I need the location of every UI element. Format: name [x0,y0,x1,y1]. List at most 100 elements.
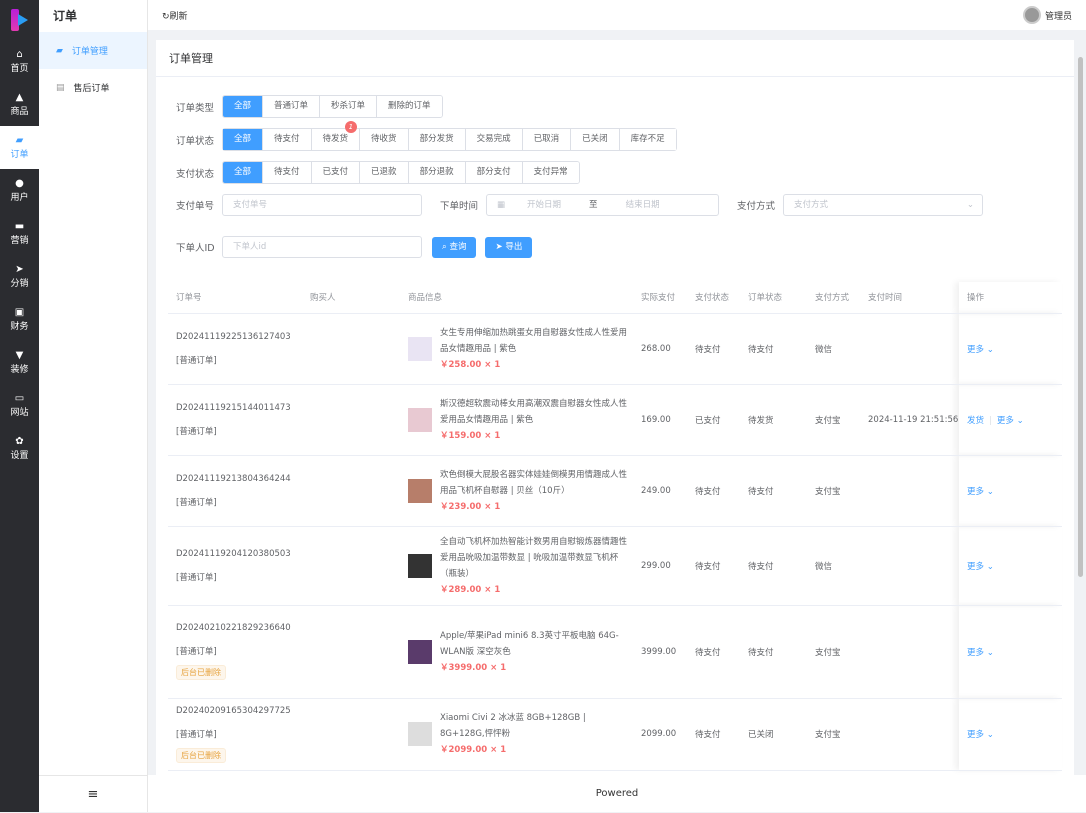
rail-item-8[interactable]: ▭ 网站 [0,384,39,427]
order-number[interactable]: D20241119215144011473 [176,403,302,413]
order-type: [普通订单] [176,647,217,657]
product-info: 女生专用伸缩加热跳蛋女用自慰器女性成人性爱用品女情趣用品 | 紫色 ￥258.00… [408,325,633,373]
submenu-item-aftersale[interactable]: ▤ 售后订单 [39,69,147,106]
export-button[interactable]: ➤ 导出 [485,236,533,258]
rail-item-7[interactable]: ▼ 装修 [0,341,39,384]
product-name: 斯汉德超软震动棒女用高潮双震自慰器女性成人性爱用品女情趣用品 | 紫色 [440,398,628,425]
pay-cell: 待支付 [687,455,740,527]
rail-item-2[interactable]: ▰ 订单 [0,126,39,169]
filter-status-option[interactable]: 已关闭 [570,129,619,150]
filter-type-option[interactable]: 普通订单 [262,96,320,117]
filter-type-option[interactable]: 秒杀订单 [319,96,377,117]
rail-item-6[interactable]: ▣ 财务 [0,298,39,341]
scrollbar[interactable] [1077,45,1084,770]
filter-status-option[interactable]: 待发货 1 [310,121,360,150]
filter-pay-option[interactable]: 待支付 [262,162,311,183]
buyer-cell [302,384,400,456]
time-cell [860,455,959,527]
filter-pay-option[interactable]: 全部 [223,162,263,183]
buyer-cell [302,313,400,385]
filter-status-option[interactable]: 交易完成 [464,129,522,150]
collapse-menu-button[interactable]: ≡ [39,775,147,812]
order-cell: D20240210221829236640 [普通订单] 后台已删除 [168,605,302,699]
order-type: [普通订单] [176,572,217,583]
more-dropdown[interactable]: 更多 ⌄ [967,345,994,355]
order-number[interactable]: D20241119204120380503 [176,549,302,559]
icon-rail: ⌂ 首页 ▲ 商品 ▰ 订单 ● 用户 ▬ 营销 ➤ 分销 ▣ 财务 ▼ 装修 ▭ 网站 ✿ 设置 [0,0,39,812]
filter-status-option[interactable]: 待收货 [359,129,408,150]
chevron-down-icon: ⌄ [984,730,994,740]
order-number[interactable]: D20241119225136127403 [176,332,302,342]
order-cell: D20240209165304297725 [普通订单] 后台已删除 [168,698,302,771]
product-thumbnail [408,553,432,578]
more-dropdown[interactable]: 更多 ⌄ [967,562,994,572]
more-dropdown[interactable]: 更多 ⌄ [967,730,994,740]
status-cell: 待支付 [740,526,807,606]
filter-pay-option[interactable]: 支付异常 [521,162,579,183]
filter-status-option[interactable]: 已取消 [521,129,571,150]
status-tag: 后台已删除 [176,665,226,680]
rail-item-5[interactable]: ➤ 分销 [0,255,39,298]
order-number[interactable]: D20240209165304297725 [176,706,302,716]
range-separator: 至 [589,200,598,210]
user-id-input[interactable]: 下单人id [222,236,422,258]
order-cell: D20241119204120380503 [普通订单] [168,526,302,606]
filter-pay-option[interactable]: 部分支付 [464,162,522,183]
wallet-icon: ▰ [15,135,24,146]
product-cell: 欢色倒模大屁股名器实体娃娃倒模男用情趣成人性用品飞机杯自慰器 | 贝丝（10斤）… [400,455,633,527]
user-menu[interactable]: 管理员 [1022,6,1072,24]
home-icon: ⌂ [16,49,23,60]
filter-pay-option[interactable]: 部分退款 [407,162,465,183]
user-icon: ● [15,178,24,189]
rail-label: 营销 [10,236,29,246]
rail-label: 财务 [10,322,29,332]
order-number[interactable]: D20241119213804364244 [176,474,302,484]
product-price: ￥289.00 × 1 [440,584,501,595]
filter-type-option[interactable]: 全部 [223,96,263,117]
rail-item-1[interactable]: ▲ 商品 [0,83,39,126]
filter-status-option[interactable]: 待支付 [262,129,311,150]
buyer-cell [302,698,400,771]
more-dropdown[interactable]: 更多 ⌄ [997,416,1024,426]
time-cell [860,698,959,771]
product-cell: 女生专用伸缩加热跳蛋女用自慰器女性成人性爱用品女情趣用品 | 紫色 ￥258.00… [400,313,633,385]
rail-item-4[interactable]: ▬ 营销 [0,212,39,255]
table-row: D20241119215144011473 [普通订单] 斯汉德超软震动棒女用高潮双… [168,384,1062,456]
filter-pay-option[interactable]: 已退款 [359,162,408,183]
action-cell: 发货 | 更多 ⌄ [959,384,1062,456]
pay-cell: 待支付 [687,605,740,699]
more-dropdown[interactable]: 更多 ⌄ [967,648,994,658]
rail-label: 装修 [10,365,29,375]
rail-item-3[interactable]: ● 用户 [0,169,39,212]
column-header: 商品信息 [400,282,633,314]
product-text: Apple/苹果iPad mini6 8.3英寸平板电脑 64G-WLAN版 深… [440,628,630,676]
search-button[interactable]: ⌕ 查询 [432,236,477,258]
submenu-item-order-manage[interactable]: ▰ 订单管理 [39,32,147,69]
filter-label: 支付单号 [176,201,215,212]
rail-item-9[interactable]: ✿ 设置 [0,427,39,470]
refresh-button[interactable]: ↻刷新 [162,9,188,22]
column-header: 实际支付 [633,282,687,314]
paid-cell: 2099.00 [633,698,687,771]
filter-status-option[interactable]: 全部 [223,129,263,150]
rail-label: 分销 [10,279,29,289]
product-cell: 全自动飞机杯加热智能计数男用自慰锻炼器情趣性爱用品吮吸加温带数显 | 吮吸加温带… [400,526,633,606]
more-dropdown[interactable]: 更多 ⌄ [967,487,994,497]
order-number[interactable]: D20240210221829236640 [176,623,302,633]
pay-cell: 待支付 [687,313,740,385]
product-thumbnail [408,639,432,664]
rail-item-0[interactable]: ⌂ 首页 [0,40,39,83]
submenu: 订单 ▰ 订单管理 ▤ 售后订单 ≡ [39,0,148,812]
filter-pay-option[interactable]: 已支付 [310,162,360,183]
product-info: 欢色倒模大屁股名器实体娃娃倒模男用情趣成人性用品飞机杯自慰器 | 贝丝（10斤）… [408,467,633,515]
pay-number-input[interactable]: 支付单号 [222,194,422,216]
ship-button[interactable]: 发货 [967,416,984,426]
pay-method-select[interactable]: 支付方式 ⌄ [783,194,983,216]
filter-status-option[interactable]: 库存不足 [618,129,676,150]
filter-status-option[interactable]: 部分发货 [407,129,465,150]
paid-cell: 249.00 [633,455,687,527]
divider: | [989,415,992,426]
column-header: 支付方式 [807,282,860,314]
date-range-picker[interactable]: ▦ 开始日期 至 结束日期 [486,194,719,216]
filter-type-option[interactable]: 删除的订单 [376,96,442,117]
